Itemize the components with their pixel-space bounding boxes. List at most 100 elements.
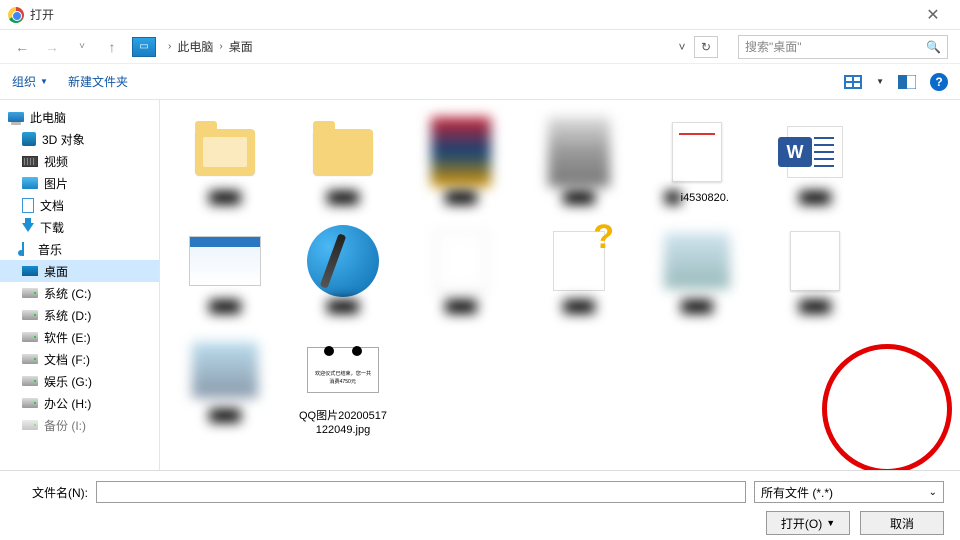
filename-input[interactable] (96, 481, 746, 503)
sidebar-item-3d-objects[interactable]: 3D 对象 (0, 128, 159, 150)
organize-label: 组织 (12, 73, 36, 90)
organize-menu[interactable]: 组织 ▼ (12, 73, 48, 90)
document-thumbnail (672, 122, 722, 182)
image-thumbnail (192, 342, 258, 398)
file-label: QQ图片20200517122049.jpg (298, 410, 388, 436)
drive-icon (22, 420, 38, 430)
sidebar-item-desktop[interactable]: 桌面 (0, 260, 159, 282)
folder-icon (195, 129, 255, 175)
sidebar-item-drive-d[interactable]: 系统 (D:) (0, 304, 159, 326)
sidebar-item-pictures[interactable]: 图片 (0, 172, 159, 194)
unknown-file-icon (553, 231, 605, 291)
file-item[interactable]: ████ (534, 116, 624, 205)
chevron-right-icon: › (219, 41, 222, 52)
sidebar-item-videos[interactable]: 视频 (0, 150, 159, 172)
search-placeholder: 搜索"桌面" (745, 38, 802, 55)
sidebar-item-label: 此电脑 (30, 109, 66, 126)
file-item[interactable]: ████ (298, 225, 388, 314)
file-label: ████ (445, 192, 476, 205)
search-icon: 🔍 (926, 40, 941, 54)
sidebar-item-drive-g[interactable]: 娱乐 (G:) (0, 370, 159, 392)
file-item[interactable]: ████ (180, 116, 270, 205)
back-button[interactable]: ← (12, 37, 32, 57)
sidebar-item-drive-c[interactable]: 系统 (C:) (0, 282, 159, 304)
toolbar: 组织 ▼ 新建文件夹 ▼ ? (0, 64, 960, 100)
file-label: ████ (799, 301, 830, 314)
sidebar-item-label: 软件 (E:) (44, 329, 91, 346)
sidebar-item-label: 视频 (44, 153, 68, 170)
sidebar-item-music[interactable]: 音乐 (0, 238, 159, 260)
sidebar-item-label: 办公 (H:) (44, 395, 91, 412)
sidebar-item-label: 3D 对象 (42, 131, 85, 148)
image-thumbnail (664, 233, 730, 289)
help-button[interactable]: ? (930, 73, 948, 91)
address-bar-row: ← → ˅ ↑ ▭ › 此电脑 › 桌面 ˅ ↻ 搜索"桌面" 🔍 (0, 30, 960, 64)
document-icon (22, 198, 34, 213)
file-item[interactable]: ████ (180, 334, 270, 436)
image-thumbnail (431, 117, 491, 187)
cancel-button[interactable]: 取消 (860, 511, 944, 535)
drive-icon (22, 398, 38, 408)
file-open-dialog: 打开 ✕ ← → ˅ ↑ ▭ › 此电脑 › 桌面 ˅ ↻ 搜索"桌面" 🔍 组… (0, 0, 960, 540)
file-item[interactable]: ████ (298, 116, 388, 205)
file-label: ████ (563, 301, 594, 314)
search-input[interactable]: 搜索"桌面" 🔍 (738, 35, 948, 59)
file-label: ████ (681, 301, 712, 314)
music-icon (22, 242, 32, 256)
view-mode-dropdown[interactable]: ▼ (876, 77, 884, 86)
sidebar-item-drive-i[interactable]: 备份 (I:) (0, 414, 159, 436)
file-item-qq-image[interactable]: 欢迎仪式已结束，您一共 消费4750元 QQ图片20200517122049.j… (298, 334, 388, 436)
file-item[interactable]: ████ (770, 225, 860, 314)
close-button[interactable]: ✕ (910, 0, 956, 29)
file-label: ████ (327, 192, 358, 205)
image-icon (22, 177, 38, 189)
drive-icon (22, 354, 38, 364)
file-item[interactable]: ████ (652, 225, 742, 314)
chrome-icon (8, 7, 24, 23)
breadcrumb-segment[interactable]: 此电脑 (177, 38, 213, 55)
sidebar-item-drive-e[interactable]: 软件 (E:) (0, 326, 159, 348)
sidebar-item-label: 系统 (C:) (44, 285, 91, 302)
image-thumbnail: 欢迎仪式已结束，您一共 消费4750元 (307, 347, 379, 393)
breadcrumb[interactable]: › 此电脑 › 桌面 (166, 38, 253, 55)
file-item[interactable]: ████ (416, 116, 506, 205)
file-type-filter[interactable]: 所有文件 (*.*) ⌄ (754, 481, 944, 503)
file-label: ████ (327, 301, 358, 314)
drive-icon (22, 332, 38, 342)
file-label: ████ (445, 301, 476, 314)
dropdown-arrow-icon: ⌄ (929, 487, 937, 498)
desktop-icon (22, 266, 38, 276)
file-label: ████ (209, 301, 240, 314)
cube-icon (22, 132, 36, 146)
pc-icon (8, 112, 24, 122)
view-mode-button[interactable] (844, 75, 862, 89)
file-label: ██i4530820. (665, 192, 729, 205)
refresh-button[interactable]: ↻ (694, 36, 718, 58)
up-button[interactable]: ↑ (102, 37, 122, 57)
file-item[interactable]: W ████ (770, 116, 860, 205)
file-label: ████ (209, 410, 240, 423)
recent-locations-dropdown[interactable]: ˅ (72, 37, 92, 57)
file-item[interactable]: ████ (534, 225, 624, 314)
open-button[interactable]: 打开(O) ▼ (766, 511, 850, 535)
dropdown-arrow-icon: ▼ (40, 77, 48, 86)
forward-button[interactable]: → (42, 37, 62, 57)
sidebar-item-this-pc[interactable]: 此电脑 (0, 106, 159, 128)
sidebar-item-label: 系统 (D:) (44, 307, 91, 324)
sidebar-item-downloads[interactable]: 下载 (0, 216, 159, 238)
file-item[interactable]: ████ (416, 225, 506, 314)
document-thumbnail (436, 231, 486, 291)
sidebar-item-drive-f[interactable]: 文档 (F:) (0, 348, 159, 370)
sidebar-item-label: 图片 (44, 175, 68, 192)
file-item[interactable]: ██i4530820. (652, 116, 742, 205)
sidebar-item-drive-h[interactable]: 办公 (H:) (0, 392, 159, 414)
new-folder-button[interactable]: 新建文件夹 (68, 73, 128, 90)
sidebar-item-documents[interactable]: 文档 (0, 194, 159, 216)
breadcrumb-dropdown[interactable]: ˅ (676, 40, 688, 54)
breadcrumb-segment[interactable]: 桌面 (229, 38, 253, 55)
preview-pane-button[interactable] (898, 75, 916, 89)
location-root-icon[interactable]: ▭ (132, 37, 156, 57)
file-item[interactable]: ████ (180, 225, 270, 314)
sidebar-item-label: 娱乐 (G:) (44, 373, 92, 390)
open-button-label: 打开(O) (781, 515, 822, 532)
